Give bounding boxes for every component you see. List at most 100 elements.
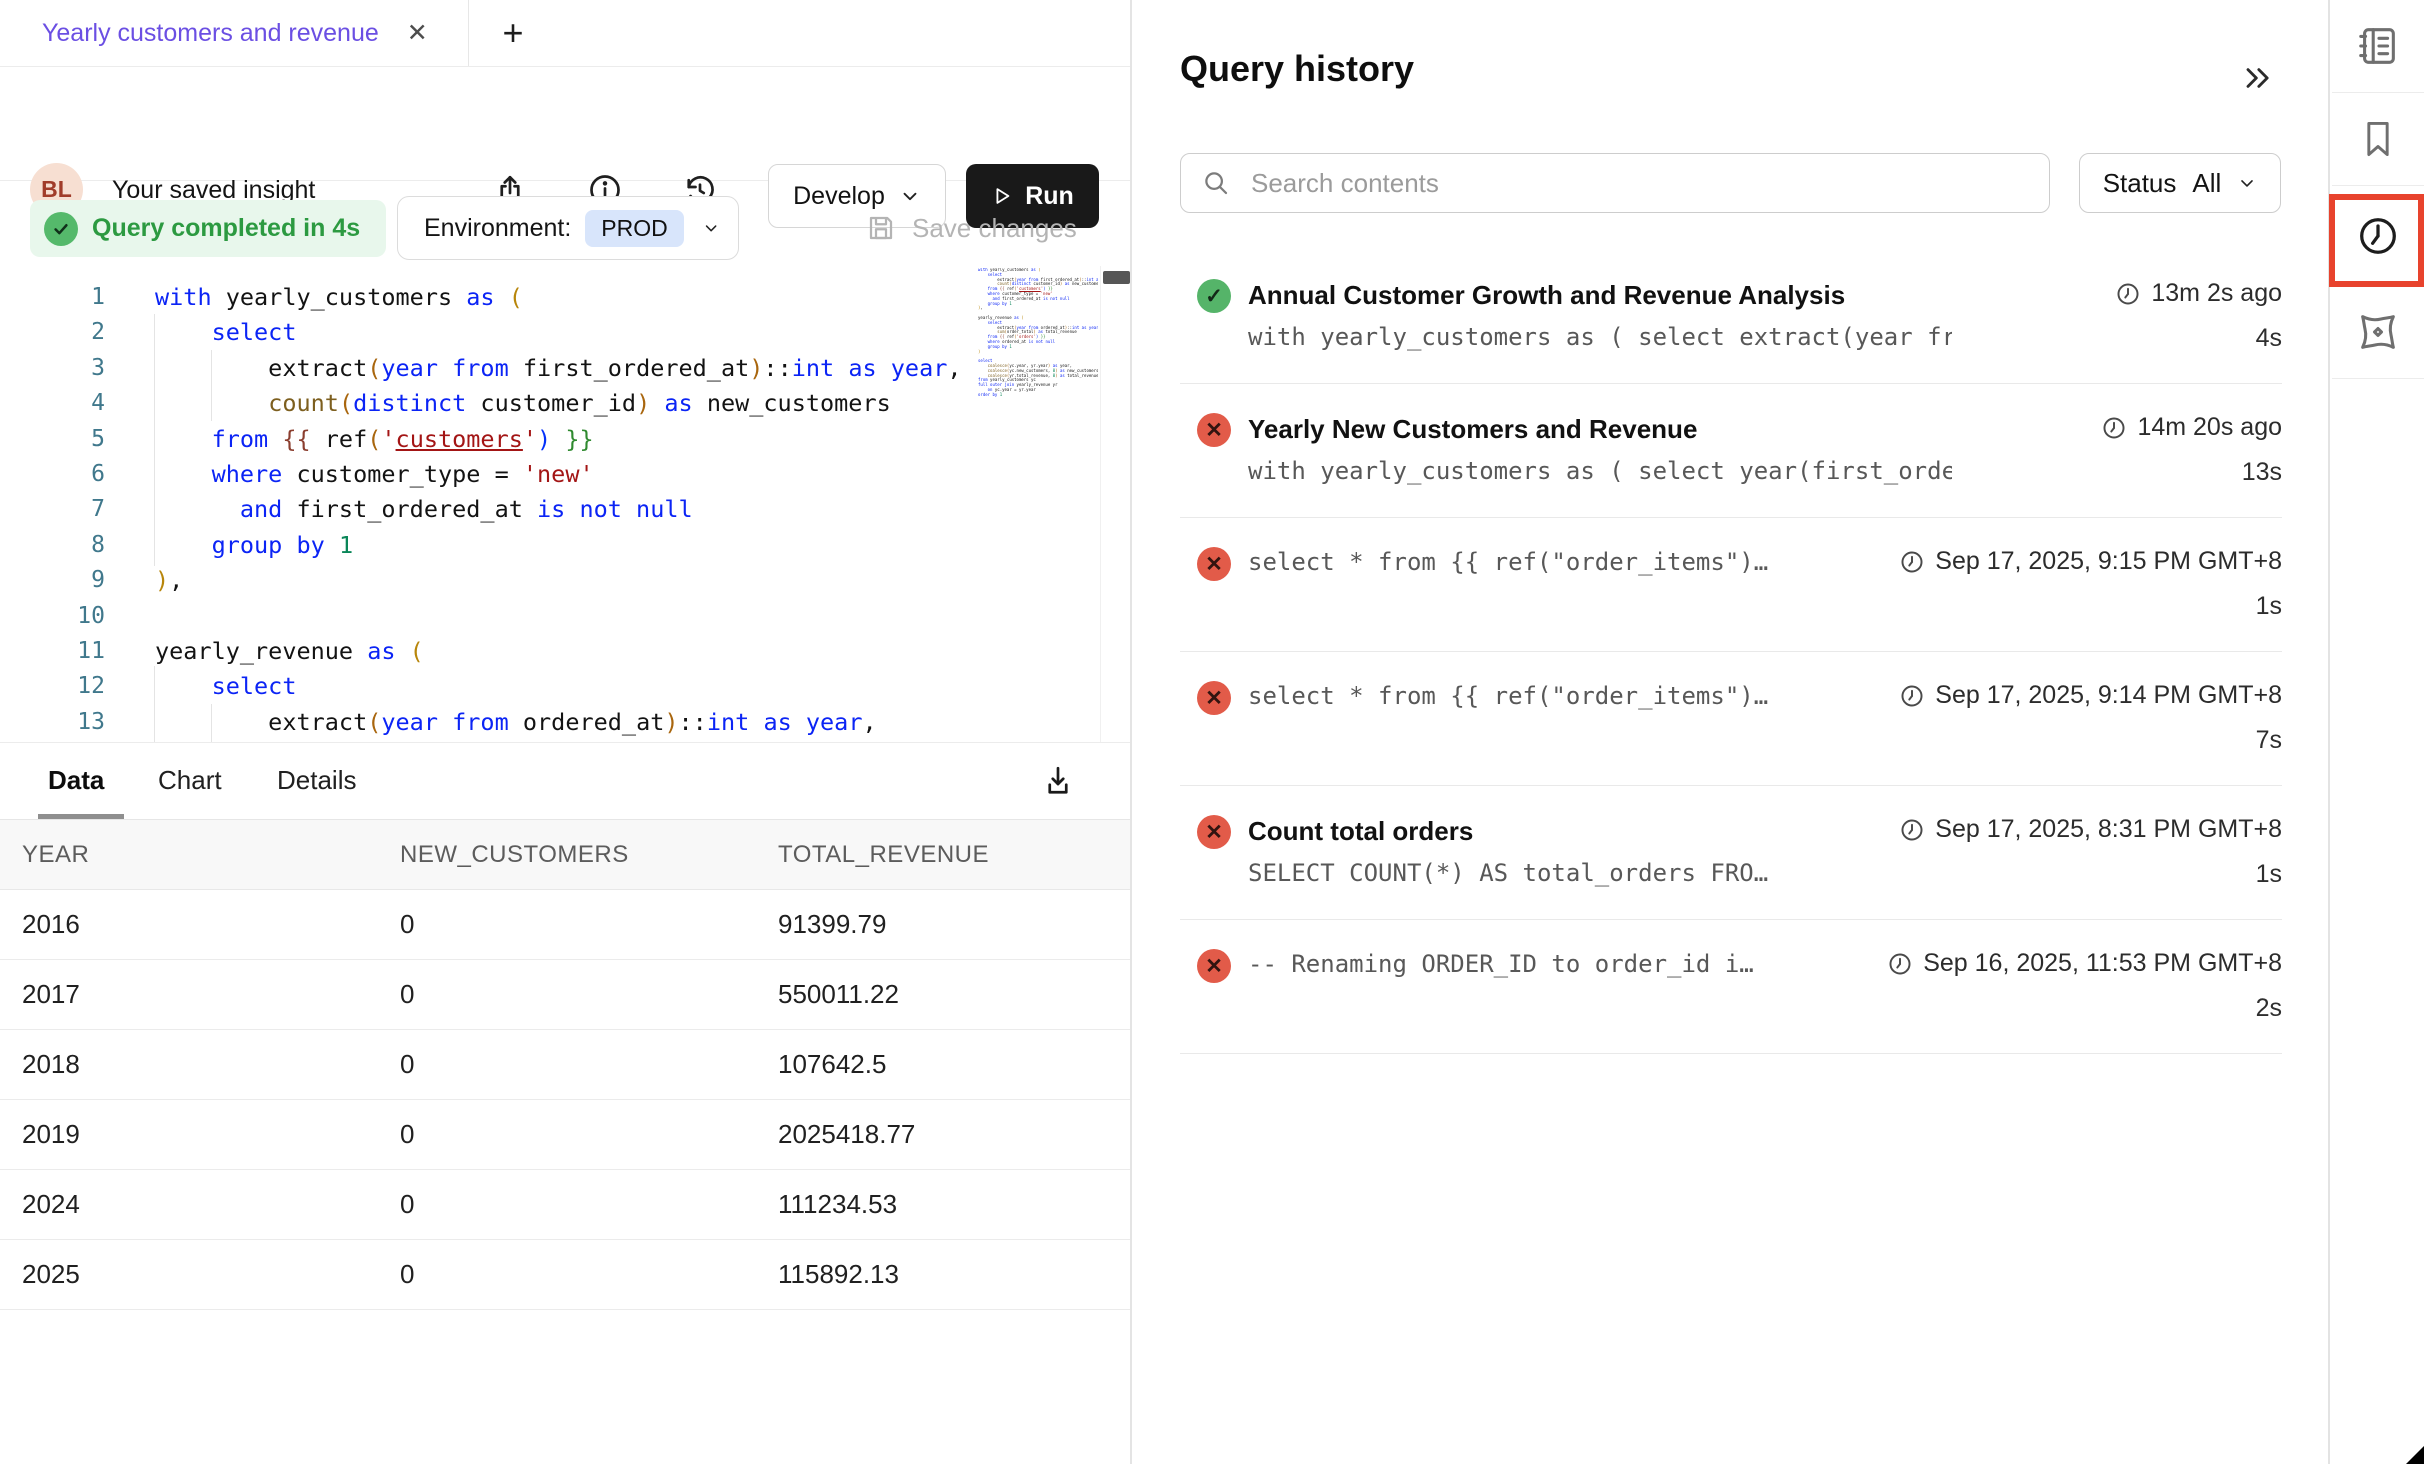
query-timestamp: 13m 2s ago [2115,279,2282,308]
editor-panel: Yearly customers and revenue ✕ + BL Your… [0,0,1132,1464]
code-line: select [155,315,962,350]
editor-minimap[interactable]: with yearly_customers as ( select extrac… [978,268,1098,698]
error-x-icon: ✕ [1197,547,1231,581]
search-icon [1201,168,1231,198]
query-history-title: Query history [1180,48,1414,90]
query-timestamp: Sep 16, 2025, 11:53 PM GMT+8 [1887,949,2282,978]
table-row[interactable]: 20250115892.13 [0,1240,1130,1310]
query-history-item[interactable]: ✕select * from {{ ref("order_items")…Sep… [1180,652,2282,786]
code-line: where customer_type = 'new' [155,457,962,492]
query-history-item[interactable]: ✕Yearly New Customers and Revenuewith ye… [1180,384,2282,518]
table-row[interactable]: 201902025418.77 [0,1100,1130,1170]
query-history-item[interactable]: ✕-- Renaming ORDER_ID to order_id i…Sep … [1180,920,2282,1054]
line-numbers: 12345678910111213 [0,280,105,740]
table-cell: 0 [400,1189,778,1220]
line-number: 12 [0,669,105,704]
status-filter-button[interactable]: Status All [2079,153,2281,213]
table-cell: 0 [400,1119,778,1150]
table-row[interactable]: 20170550011.22 [0,960,1130,1030]
collapse-panel-icon[interactable] [2238,58,2278,98]
line-number: 8 [0,528,105,563]
save-changes-button[interactable]: Save changes [866,196,1077,260]
code-line: from {{ ref('customers') }} [155,422,962,457]
query-history-icon[interactable] [2332,186,2424,286]
query-code-preview: select * from {{ ref("order_items")… [1248,682,1952,710]
table-cell: 2018 [22,1049,400,1080]
status-row: Query completed in 4s Environment: PROD … [0,180,1130,266]
table-cell: 2025 [22,1259,400,1290]
table-cell: 111234.53 [778,1189,1130,1220]
error-x-icon: ✕ [1197,413,1231,447]
table-row[interactable]: 20180107642.5 [0,1030,1130,1100]
table-cell: 115892.13 [778,1259,1130,1290]
editor-scrollbar-thumb[interactable] [1103,271,1130,284]
table-cell: 2017 [22,979,400,1010]
query-timestamp: Sep 17, 2025, 8:31 PM GMT+8 [1899,815,2282,844]
environment-label: Environment: [424,214,571,243]
right-icon-rail [2332,0,2424,1464]
query-duration: 4s [2256,324,2282,353]
environment-selector[interactable]: Environment: PROD [397,196,739,260]
table-cell: 0 [400,1259,778,1290]
table-cell: 107642.5 [778,1049,1130,1080]
query-code-preview: with yearly_customers as ( select extrac… [1248,323,1952,351]
code-line: with yearly_customers as ( [155,280,962,315]
chevron-down-icon [2237,173,2257,193]
line-number: 10 [0,599,105,634]
error-x-icon: ✕ [1197,949,1231,983]
column-header-total-revenue: TOTAL_REVENUE [778,841,1130,869]
query-duration: 1s [2256,592,2282,621]
table-cell: 2019 [22,1119,400,1150]
dbt-icon[interactable] [2332,286,2424,379]
code-line: ), [155,563,962,598]
line-number: 9 [0,563,105,598]
tab-details[interactable]: Details [277,765,356,796]
query-history-item[interactable]: ✕Count total ordersSELECT COUNT(*) AS to… [1180,786,2282,920]
query-history-item[interactable]: ✕select * from {{ ref("order_items")…Sep… [1180,518,2282,652]
query-history-item[interactable]: ✓Annual Customer Growth and Revenue Anal… [1180,250,2282,384]
download-icon[interactable] [1040,763,1076,799]
environment-value: PROD [585,210,683,247]
error-x-icon: ✕ [1197,681,1231,715]
code-line: order by 1 [978,393,1098,398]
insight-toolbar: BL Your saved insight Develop Run [0,66,1130,181]
tab-chart[interactable]: Chart [158,765,222,796]
table-row[interactable]: 2016091399.79 [0,890,1130,960]
tab-close-icon[interactable]: ✕ [407,18,428,48]
search-box [1180,153,2050,213]
table-cell: 550011.22 [778,979,1130,1010]
mouse-cursor [2406,1446,2424,1464]
query-duration: 13s [2242,458,2282,487]
status-filter-label: Status [2103,168,2177,199]
bookmark-icon[interactable] [2332,93,2424,186]
table-cell: 0 [400,979,778,1010]
result-table-body: 2016091399.7920170550011.2220180107642.5… [0,890,1130,1310]
result-table-header: YEAR NEW_CUSTOMERS TOTAL_REVENUE [0,820,1130,890]
line-number: 6 [0,457,105,492]
new-tab-button[interactable]: + [488,8,538,58]
table-cell: 91399.79 [778,909,1130,940]
chevron-down-icon [702,218,720,238]
code-line: extract(year from first_ordered_at)::int… [155,351,962,386]
app-root: Yearly customers and revenue ✕ + BL Your… [0,0,2424,1464]
tab-divider [468,0,469,66]
table-cell: 0 [400,1049,778,1080]
results-tab-bar: Data Chart Details [0,742,1130,820]
query-history-list: ✓Annual Customer Growth and Revenue Anal… [1180,250,2282,1054]
notebook-icon[interactable] [2332,0,2424,93]
table-row[interactable]: 20240111234.53 [0,1170,1130,1240]
code-line: count(distinct customer_id) as new_custo… [155,386,962,421]
query-timestamp: 14m 20s ago [2101,413,2282,442]
error-x-icon: ✕ [1197,815,1231,849]
tab-bar: Yearly customers and revenue ✕ + [0,0,1130,67]
line-number: 13 [0,705,105,740]
search-input[interactable] [1249,167,2029,200]
line-number: 1 [0,280,105,315]
tab-yearly-customers[interactable]: Yearly customers and revenue ✕ [0,0,458,66]
code-line: extract(year from ordered_at)::int as ye… [155,705,962,740]
query-duration: 7s [2256,726,2282,755]
sql-editor[interactable]: 12345678910111213 with yearly_customers … [0,266,1130,742]
success-check-icon [44,212,78,246]
code-line: and first_ordered_at is not null [155,492,962,527]
tab-data[interactable]: Data [48,765,104,796]
